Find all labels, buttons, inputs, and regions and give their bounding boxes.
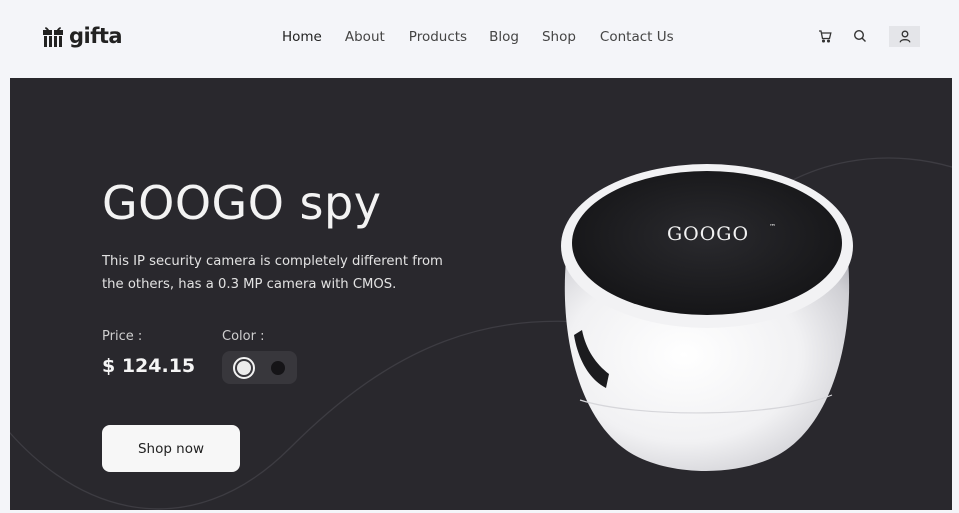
product-brand-mark: GOOGO xyxy=(667,223,749,245)
price-label: Price : xyxy=(102,329,143,344)
brand-name: gifta xyxy=(69,24,123,48)
hero-description: This IP security camera is completely di… xyxy=(102,254,443,292)
hero-title: GOOGO spy xyxy=(102,176,382,230)
main-nav: Home About Products Blog Shop Contact Us xyxy=(282,29,674,45)
nav-contact[interactable]: Contact Us xyxy=(600,29,674,45)
shop-now-button[interactable]: Shop now xyxy=(102,425,240,472)
color-swatch-black[interactable] xyxy=(271,361,285,375)
color-label: Color : xyxy=(222,329,265,344)
nav-shop[interactable]: Shop xyxy=(542,29,576,45)
logo[interactable]: gifta xyxy=(42,24,123,48)
nav-blog[interactable]: Blog xyxy=(489,29,519,45)
cart-icon[interactable] xyxy=(817,28,833,44)
trademark-symbol: ™ xyxy=(769,223,776,231)
nav-products[interactable]: Products xyxy=(409,29,467,45)
color-selector xyxy=(222,351,297,384)
site-header: gifta Home About Products Blog Shop Cont… xyxy=(0,0,959,78)
account-button[interactable] xyxy=(889,26,920,47)
user-icon xyxy=(899,30,910,43)
gift-icon xyxy=(43,27,63,47)
nav-about[interactable]: About xyxy=(345,29,385,45)
price-value: $ 124.15 xyxy=(102,355,196,377)
color-swatch-white[interactable] xyxy=(233,357,255,379)
product-image: GOOGO ™ xyxy=(561,164,853,471)
search-icon[interactable] xyxy=(852,28,868,44)
nav-home[interactable]: Home xyxy=(282,29,322,45)
hero-banner: GOOGO spy This IP security camera is com… xyxy=(10,78,952,510)
